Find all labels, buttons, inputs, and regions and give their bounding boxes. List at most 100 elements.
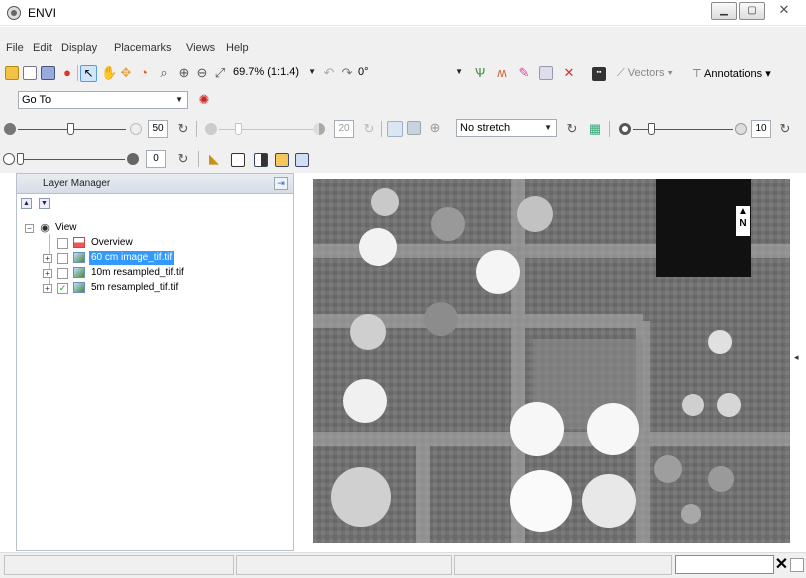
reset-stretch-icon[interactable]: ↻	[565, 122, 579, 136]
menu-file[interactable]: File	[6, 42, 24, 54]
zoom-in-icon[interactable]: ⊕	[177, 66, 191, 80]
collapse-icon[interactable]: −	[25, 224, 34, 233]
layer-checkbox[interactable]	[57, 268, 68, 279]
annotations-label: Annotations	[704, 68, 763, 80]
contrast-slider[interactable]	[235, 123, 242, 135]
rotate-icon[interactable]: ◔	[137, 66, 151, 80]
measure-icon[interactable]: ◣	[207, 152, 221, 166]
view-icon: ◉	[40, 222, 50, 234]
roi-tool-icon[interactable]: ✕	[562, 66, 576, 80]
transparency-field[interactable]: 0	[146, 150, 166, 168]
chip-view-icon[interactable]	[539, 66, 553, 80]
image-view[interactable]	[313, 179, 790, 543]
reset-sharpen-icon[interactable]: ↻	[778, 122, 792, 136]
rotation-combo[interactable]: 0° ▼	[355, 64, 467, 82]
menu-views[interactable]: Views	[186, 42, 215, 54]
pixel-locator-icon[interactable]: ▪▪	[592, 67, 606, 81]
tree-root-view[interactable]: − ◉ View	[25, 221, 225, 235]
blend-icon[interactable]	[275, 153, 289, 167]
goto-combo[interactable]: Go To ▼	[18, 91, 188, 109]
brightness-field[interactable]: 50	[148, 120, 168, 138]
minimize-button[interactable]: ▁	[711, 2, 737, 20]
storage-tank	[681, 504, 701, 524]
expand-icon[interactable]: +	[43, 269, 52, 278]
menu-display[interactable]: Display	[61, 42, 97, 54]
expand-icon[interactable]: +	[43, 284, 52, 293]
brightness-slider[interactable]	[67, 123, 74, 135]
chevron-down-icon: ▼	[175, 95, 183, 104]
maximize-button[interactable]: ▢	[739, 2, 765, 20]
title-bar: ENVI ▁ ▢ ✕	[0, 0, 806, 26]
close-button[interactable]: ✕	[767, 2, 801, 20]
portal-icon[interactable]	[295, 153, 309, 167]
stretch-target-icon[interactable]: ⊕	[428, 121, 442, 135]
zoom-combo[interactable]: 69.7% (1:1.4) ▼	[230, 64, 320, 82]
layer-checkbox[interactable]	[57, 238, 68, 249]
storage-tank	[708, 330, 732, 354]
zoom-value: 69.7% (1:1.4)	[233, 66, 300, 78]
stretch-view-icon[interactable]	[387, 121, 403, 137]
storage-tank	[510, 470, 572, 532]
expand-icon[interactable]: +	[43, 254, 52, 263]
storage-tank	[654, 455, 682, 483]
menu-help[interactable]: Help	[226, 42, 249, 54]
spectral-profile-icon[interactable]: ʍ	[495, 66, 509, 80]
placemark-pin-icon[interactable]: ●	[60, 66, 74, 80]
cursor-value-icon[interactable]: ✎	[517, 66, 531, 80]
status-bar: ✕	[0, 552, 806, 578]
tree-root-label: View	[55, 222, 77, 233]
vectors-menu[interactable]: ⟋ Vectors ▾	[617, 67, 673, 80]
sharpen-slider[interactable]	[648, 123, 655, 135]
layer-manager-icon[interactable]	[41, 66, 55, 80]
stretch-value: No stretch	[460, 122, 511, 134]
pan-hand-icon[interactable]: ✋	[101, 66, 117, 80]
layer-checkbox[interactable]	[57, 253, 68, 264]
goto-location-icon[interactable]: ✺	[197, 93, 211, 107]
layer-label: 5m resampled_tif.tif	[91, 282, 179, 293]
layer-10m-resampled[interactable]: + 10m resampled_tif.tif	[43, 266, 263, 280]
zoom-out-icon[interactable]: ⊖	[195, 66, 209, 80]
resize-grip-icon[interactable]	[790, 558, 804, 572]
rotate-right-icon[interactable]: ↷	[340, 66, 354, 80]
envi-app-icon	[7, 6, 21, 20]
zoom-fit-icon[interactable]: ⤢	[213, 66, 227, 80]
histogram-icon[interactable]: ▦	[588, 122, 602, 136]
zoom-icon[interactable]: ⌕	[157, 66, 171, 80]
toolbar-divider	[77, 65, 78, 81]
transparency-slider[interactable]	[17, 153, 24, 165]
cancel-process-icon[interactable]: ✕	[774, 555, 789, 574]
contrast-field[interactable]: 20	[334, 120, 354, 138]
stretch-combo[interactable]: No stretch ▼	[456, 119, 557, 137]
side-panel-toggle-icon[interactable]: ◂	[794, 352, 799, 363]
storage-tank	[587, 403, 639, 455]
main-toolbar: ● ↖ ✋ ✥ ◔ ⌕ ⊕ ⊖ ⤢ 69.7% (1:1.4) ▼ ↶ ↷ 0°…	[0, 59, 806, 87]
swipe-icon[interactable]	[231, 153, 245, 167]
stretch-type-icon[interactable]	[407, 121, 421, 135]
pin-icon[interactable]: ⇥	[274, 177, 288, 190]
flicker-icon[interactable]	[254, 153, 268, 167]
crosshair-icon[interactable]: Ѱ	[473, 66, 487, 80]
menu-placemarks[interactable]: Placemarks	[114, 42, 171, 54]
chevron-down-icon: ▼	[544, 123, 552, 132]
annotations-menu[interactable]: ⊤ Annotations ▾	[692, 67, 771, 80]
collapse-all-button[interactable]: ▲	[21, 198, 32, 209]
rotate-left-icon[interactable]: ↶	[322, 66, 336, 80]
open-file-icon[interactable]	[5, 66, 19, 80]
menu-edit[interactable]: Edit	[33, 42, 52, 54]
storage-tank	[582, 474, 636, 528]
reset-brightness-icon[interactable]: ↻	[176, 122, 190, 136]
select-arrow-icon[interactable]: ↖	[80, 65, 97, 82]
data-manager-icon[interactable]	[23, 66, 37, 80]
layer-overview[interactable]: Overview	[43, 236, 263, 250]
fly-icon[interactable]: ✥	[119, 66, 133, 80]
layer-label: 60 cm image_tif.tif	[89, 251, 175, 265]
storage-tank	[517, 196, 553, 232]
expand-all-button[interactable]: ▼	[39, 198, 50, 209]
reset-contrast-icon[interactable]: ↻	[362, 122, 376, 136]
reset-transparency-icon[interactable]: ↻	[176, 152, 190, 166]
toolbar-divider	[198, 151, 199, 167]
sharpen-field[interactable]: 10	[751, 120, 771, 138]
layer-5m-resampled[interactable]: + ✓ 5m resampled_tif.tif	[43, 281, 263, 295]
layer-60cm-image[interactable]: + 60 cm image_tif.tif	[43, 251, 263, 265]
layer-checkbox-checked[interactable]: ✓	[57, 283, 68, 294]
